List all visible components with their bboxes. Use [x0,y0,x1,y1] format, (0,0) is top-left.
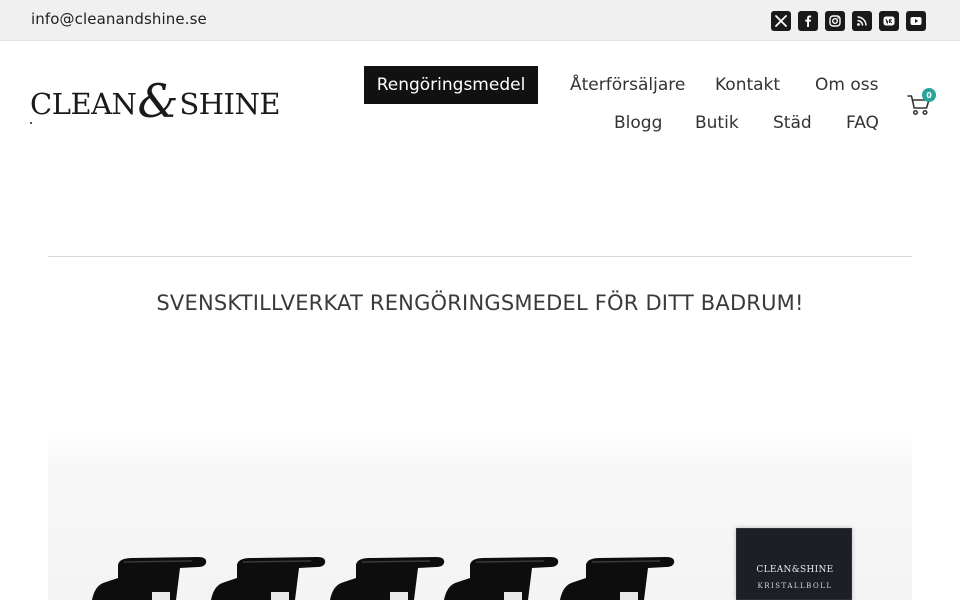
x-twitter-icon[interactable] [771,11,791,31]
spray-bottle-image [207,556,327,600]
spray-bottle-image [556,556,676,600]
logo-ampersand: & [137,74,179,128]
logo-word-clean: CLEAN [30,86,137,121]
logo-mark-dot [30,122,32,124]
spray-bottle-image [88,556,208,600]
nav-item-kontakt[interactable]: Kontakt [715,75,780,95]
nav-item-aterforsaljare[interactable]: Återförsäljare [570,75,685,95]
page-headline: SVENSKTILLVERKAT RENGÖRINGSMEDEL FÖR DIT… [156,291,804,315]
logo-word-shine: SHINE [179,86,281,121]
facebook-icon[interactable] [798,11,818,31]
product-box-kristallboll[interactable]: CLEAN&SHINE KRISTALLBOLL [736,528,852,600]
product-box-label: KRISTALLBOLL [757,582,833,590]
section-divider [48,256,912,257]
vk-icon[interactable] [879,11,899,31]
rss-icon[interactable] [852,11,872,31]
nav-item-blogg[interactable]: Blogg [614,113,662,133]
product-box-brand: CLEAN&SHINE [756,565,834,575]
youtube-icon[interactable] [906,11,926,31]
nav-item-faq[interactable]: FAQ [846,113,879,133]
spray-bottle-image [326,556,446,600]
nav-item-stad[interactable]: Städ [773,113,812,133]
nav-item-rengoringsmedel[interactable]: Rengöringsmedel [364,66,538,104]
site-logo[interactable]: CLEAN & SHINE [30,74,281,128]
spray-bottle-image [440,556,560,600]
top-bar: info@cleanandshine.se [0,0,960,41]
cart-count-badge: 0 [922,88,936,102]
social-links [771,11,926,31]
instagram-icon[interactable] [825,11,845,31]
email-link[interactable]: info@cleanandshine.se [31,10,207,28]
nav-item-om-oss[interactable]: Om oss [815,75,878,95]
nav-item-butik[interactable]: Butik [695,113,739,133]
